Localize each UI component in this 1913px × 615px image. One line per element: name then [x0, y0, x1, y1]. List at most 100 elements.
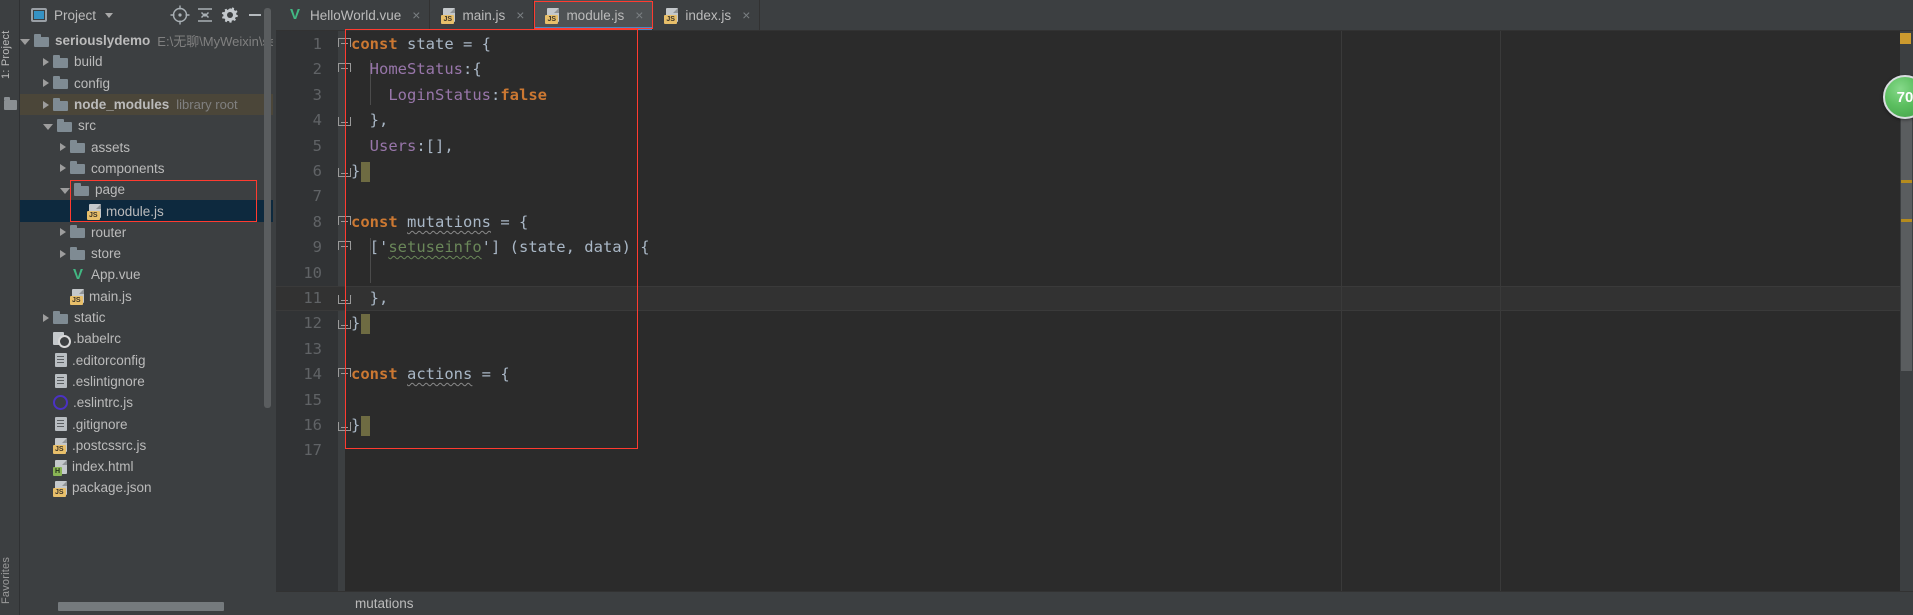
fold-dash: [340, 122, 348, 124]
gear-icon[interactable]: [219, 4, 241, 26]
code-fold-toggle[interactable]: [336, 210, 352, 235]
code-token: :[],: [416, 136, 454, 155]
code-line[interactable]: },: [351, 286, 389, 311]
tree-node-router[interactable]: router: [20, 222, 273, 243]
code-line[interactable]: Users:[],: [351, 134, 454, 159]
chevron-right-icon[interactable]: [43, 57, 49, 66]
code-line[interactable]: }: [351, 413, 360, 438]
tree-node--postcssrc-js[interactable]: JS .postcssrc.js: [20, 435, 273, 456]
marker-scrollbar-thumb[interactable]: [1901, 91, 1912, 371]
code-line[interactable]: HomeStatus:{: [351, 57, 482, 82]
close-icon[interactable]: ×: [412, 8, 420, 22]
folded-region-placeholder[interactable]: [361, 162, 371, 182]
tree-node-index-html[interactable]: Hindex.html: [20, 456, 273, 477]
chevron-right-icon[interactable]: [60, 143, 66, 152]
code-token: const: [351, 35, 407, 53]
code-fold-toggle[interactable]: [336, 362, 352, 387]
tree-node--babelrc[interactable]: .babelrc: [20, 328, 273, 349]
tree-node-node-modules[interactable]: node_modules library root: [20, 93, 273, 116]
tool-button-favorites[interactable]: Favorites: [0, 549, 20, 611]
tool-button-project[interactable]: 1: Project: [0, 16, 20, 94]
fold-dash: [340, 43, 348, 44]
chevron-right-icon[interactable]: [60, 228, 66, 237]
code-fold-toggle[interactable]: [336, 32, 352, 57]
folded-region-placeholder[interactable]: [361, 314, 371, 335]
code-line[interactable]: const actions = {: [351, 362, 510, 387]
tree-node-module-js[interactable]: JS module.js: [20, 200, 273, 222]
folder-icon: [34, 33, 50, 49]
chevron-right-icon[interactable]: [43, 79, 49, 88]
warning-stripe-2[interactable]: [1901, 219, 1912, 222]
chevron-right-icon[interactable]: [43, 100, 49, 109]
close-icon[interactable]: ×: [516, 8, 524, 22]
code-fold-toggle[interactable]: [336, 108, 352, 133]
close-icon[interactable]: ×: [635, 8, 643, 22]
code-fold-toggle[interactable]: [336, 57, 352, 82]
project-tree-scrollbar[interactable]: [264, 8, 271, 408]
tree-node-build[interactable]: build: [20, 51, 273, 72]
chevron-down-icon[interactable]: [60, 187, 70, 194]
code-line[interactable]: },: [351, 108, 389, 133]
tree-node-assets[interactable]: assets: [20, 137, 273, 158]
editor-tab-index-js[interactable]: JS index.js ×: [653, 0, 761, 30]
code-content[interactable]: 1 const state = {2 HomeStatus:{3 LoginSta…: [276, 31, 1913, 615]
js-file-icon: JS: [70, 289, 84, 306]
tree-node-components[interactable]: components: [20, 158, 273, 179]
inspection-status-marker[interactable]: [1900, 33, 1911, 44]
fold-start-icon: [337, 215, 352, 230]
locate-icon[interactable]: [169, 4, 191, 26]
tree-node-store[interactable]: store: [20, 243, 273, 264]
tree-node--gitignore[interactable]: .gitignore: [20, 413, 273, 434]
fold-end-icon: [337, 113, 352, 128]
tree-node--editorconfig[interactable]: .editorconfig: [20, 350, 273, 371]
chevron-right-icon[interactable]: [60, 164, 66, 173]
editor-tab-module-js[interactable]: JS module.js ×: [534, 0, 654, 30]
file-type-badge: JS: [545, 15, 558, 24]
tree-node--eslintrc-js[interactable]: .eslintrc.js: [20, 392, 273, 413]
marker-gutter[interactable]: 70: [1883, 31, 1913, 615]
tree-node-seriouslydemo[interactable]: seriouslydemo E:\无聊\MyWeixin\se: [20, 30, 273, 51]
project-tree-h-scrollbar[interactable]: [58, 602, 224, 611]
project-tree[interactable]: seriouslydemo E:\无聊\MyWeixin\se build confi…: [20, 30, 273, 615]
code-line[interactable]: ['setuseinfo'] (state, data) {: [351, 235, 650, 260]
tree-node-label: .postcssrc.js: [72, 437, 147, 453]
code-fold-toggle[interactable]: [336, 413, 352, 438]
code-line[interactable]: const state = {: [351, 32, 491, 57]
minimize-icon[interactable]: [244, 4, 266, 26]
code-line[interactable]: LoginStatus:false: [351, 83, 547, 108]
folded-region-placeholder[interactable]: [361, 416, 371, 436]
project-stripe-icon: [4, 97, 17, 110]
tree-node-app-vue[interactable]: V App.vue: [20, 264, 273, 285]
tree-node--eslintignore[interactable]: .eslintignore: [20, 371, 273, 392]
tree-node-package-json[interactable]: JS package.json: [20, 477, 273, 498]
code-editor[interactable]: 1 const state = {2 HomeStatus:{3 LoginSta…: [276, 31, 1913, 615]
collapse-all-icon[interactable]: [194, 4, 216, 26]
chevron-down-icon[interactable]: [20, 38, 30, 45]
tree-node-label: router: [91, 224, 127, 240]
breadcrumb-item-mutations[interactable]: mutations: [355, 596, 414, 611]
chevron-down-icon[interactable]: [43, 123, 53, 130]
chevron-down-icon[interactable]: [105, 12, 114, 18]
code-fold-toggle[interactable]: [336, 311, 352, 336]
line-number: 2: [312, 60, 322, 79]
code-line[interactable]: }: [351, 311, 360, 336]
tree-node-main-js[interactable]: JS main.js: [20, 286, 273, 307]
code-fold-toggle[interactable]: [336, 159, 352, 184]
warning-stripe-1[interactable]: [1901, 180, 1912, 183]
code-line[interactable]: }: [351, 159, 360, 184]
tree-node-src[interactable]: src: [20, 115, 273, 136]
chevron-right-icon[interactable]: [60, 249, 66, 258]
close-icon[interactable]: ×: [742, 8, 750, 22]
chevron-right-icon[interactable]: [43, 313, 49, 322]
editor-tab-helloworld-vue[interactable]: V HelloWorld.vue ×: [276, 0, 431, 30]
code-fold-toggle[interactable]: [336, 286, 352, 311]
fold-dash: [340, 246, 348, 248]
tree-node-page[interactable]: page: [20, 179, 273, 200]
file-type-badge: JS: [53, 487, 66, 497]
editor-tab-main-js[interactable]: JS main.js ×: [430, 0, 535, 30]
right-margin-line: [1341, 31, 1342, 615]
tree-node-config[interactable]: config: [20, 73, 273, 94]
code-line[interactable]: const mutations = {: [351, 210, 528, 235]
tree-node-static[interactable]: static: [20, 307, 273, 328]
code-fold-toggle[interactable]: [336, 235, 352, 260]
